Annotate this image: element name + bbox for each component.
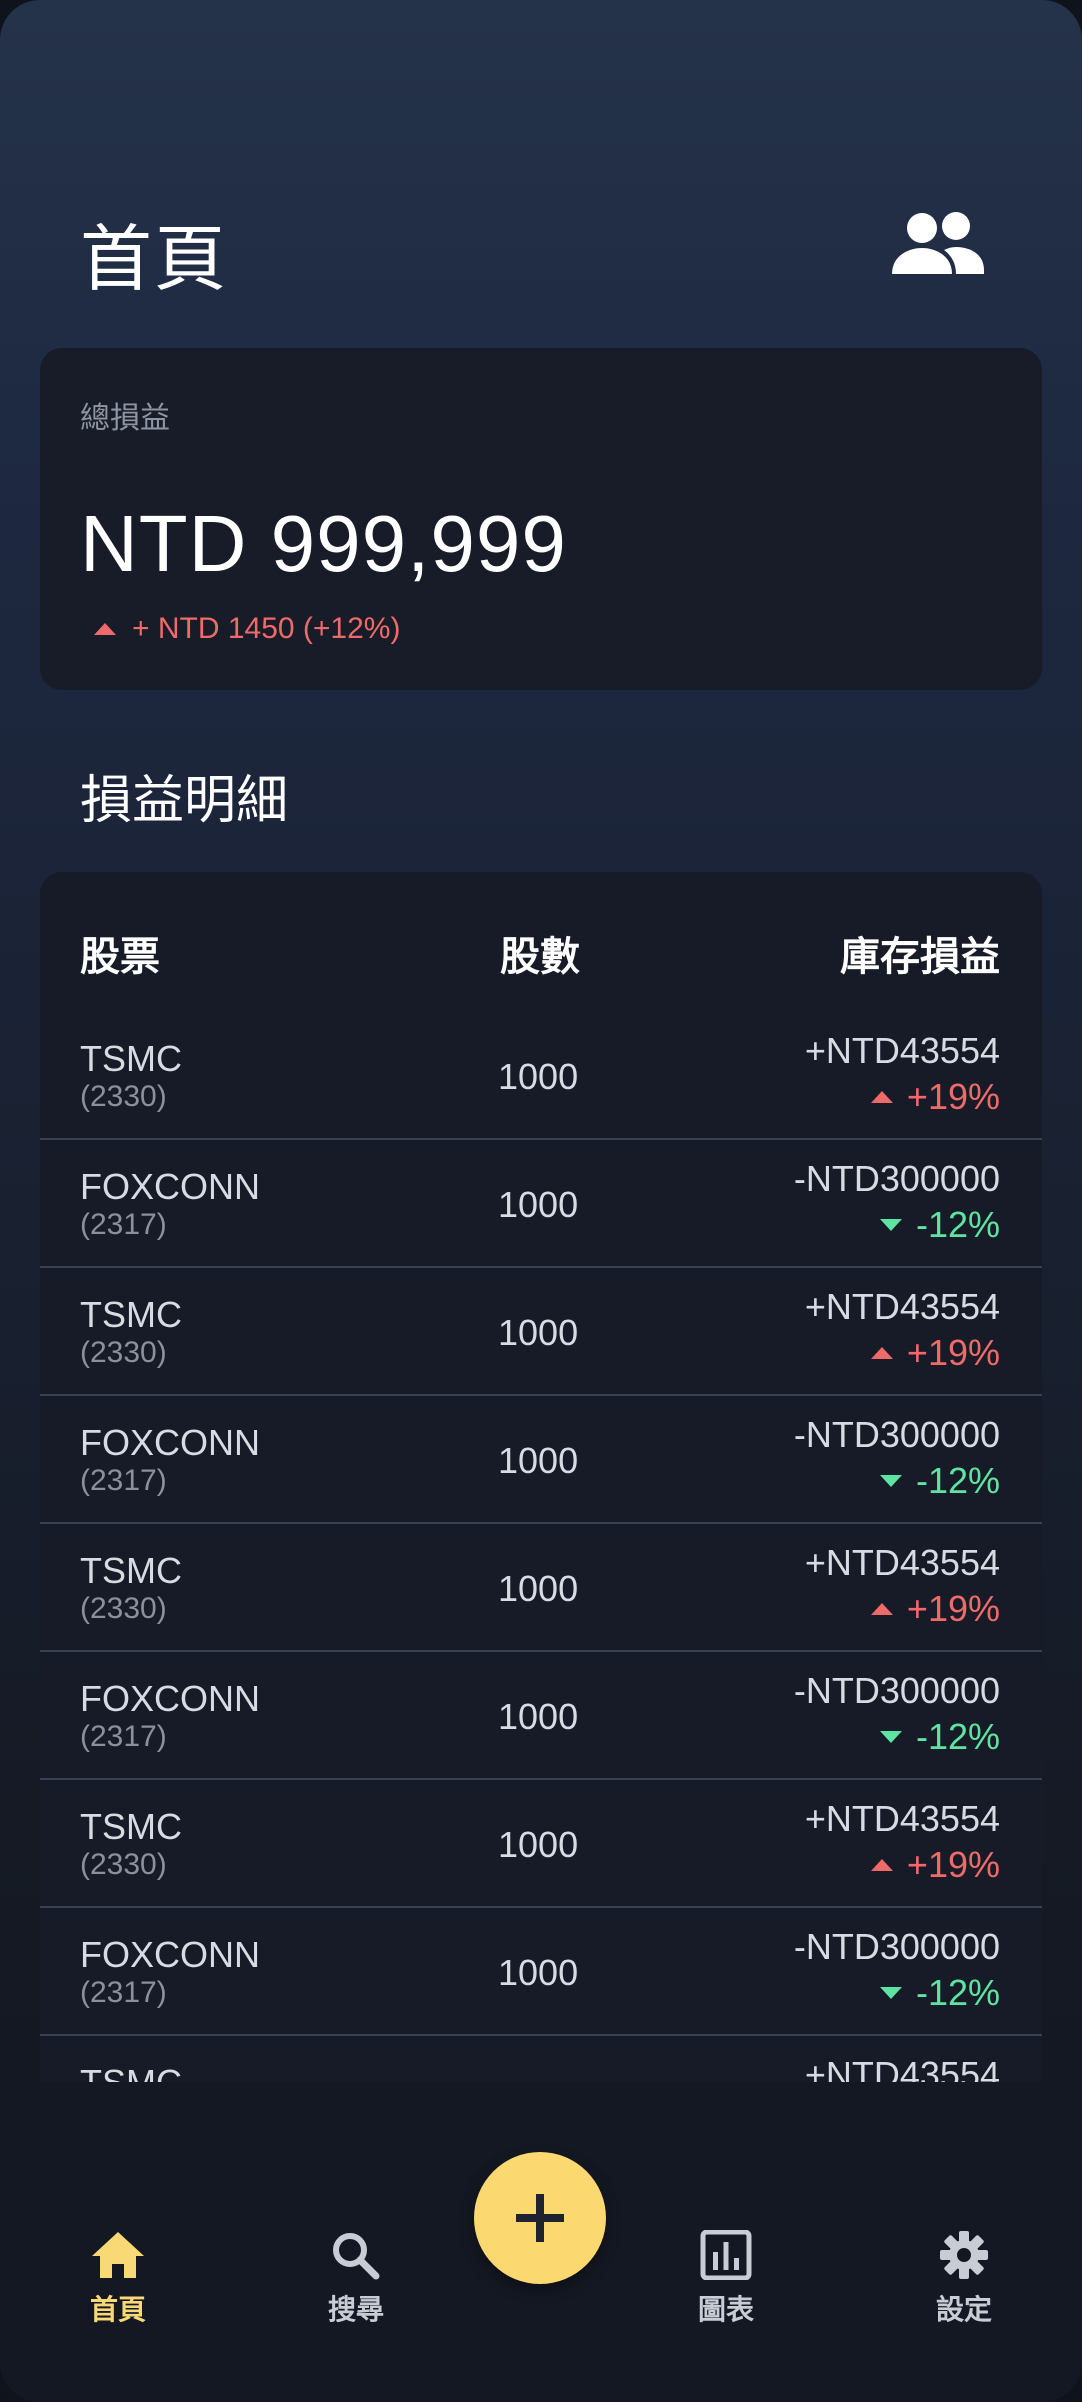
stock-name: TSMC	[80, 1294, 182, 1335]
stock-code: (2317)	[80, 1208, 167, 1241]
arrow-down-icon	[879, 1219, 902, 1231]
column-header-shares: 股數	[500, 935, 580, 979]
table-row[interactable]: FOXCONN (2317) 1000 -NTD300000 -12%	[40, 1140, 1042, 1268]
stock-name: FOXCONN	[80, 1678, 260, 1719]
section-title: 損益明細	[80, 772, 289, 830]
table-body: TSMC (2330) 1000 +NTD43554 +19% FOXCONN (2317)…	[40, 1012, 1042, 2082]
arrow-down-icon	[879, 1475, 902, 1487]
total-pl-card: 總損益 NTD 999,999 + NTD 1450 (+12%)	[40, 348, 1042, 690]
pl-percent-text: -12%	[915, 1204, 1000, 1245]
stock-name: TSMC	[80, 1806, 182, 1847]
plus-icon	[516, 2194, 564, 2242]
share-count: 1000	[498, 1696, 579, 1737]
arrow-up-icon	[870, 1091, 893, 1103]
gear-icon	[940, 2231, 988, 2279]
pl-percent-text: +19%	[906, 1588, 1000, 1629]
nav-item-charts[interactable]: 圖表	[666, 2230, 786, 2328]
nav-item-label: 圖表	[697, 2294, 754, 2325]
pl-amount: -NTD300000	[793, 1414, 1000, 1455]
pl-percent-text: -12%	[915, 1460, 1000, 1501]
share-count: 1000	[498, 1952, 579, 1993]
search-icon	[333, 2233, 380, 2280]
table-row[interactable]: TSMC(2330) 1000 +NTD43554 +19%	[40, 1268, 1042, 1396]
nav-item-settings[interactable]: 設定	[904, 2230, 1024, 2328]
total-pl-label: 總損益	[80, 402, 170, 435]
share-count: 1000	[498, 1056, 579, 1097]
page-title: 首頁	[80, 220, 229, 300]
stock-name: TSMC	[80, 1038, 182, 1079]
nav-item-home[interactable]: 首頁	[58, 2230, 178, 2328]
pl-table: 股票 股數 庫存損益 TSMC (2330) 1000 +NTD43554 +19% FO…	[40, 872, 1042, 2082]
pl-amount: +NTD43554	[804, 1286, 1000, 1327]
table-header: 股票 股數 庫存損益	[40, 872, 1042, 1012]
nav-item-label: 首頁	[89, 2294, 146, 2325]
pl-percent-text: -12%	[915, 1716, 1000, 1757]
nav-item-search[interactable]: 搜尋	[296, 2230, 416, 2328]
total-pl-change-text: + NTD 1450 (+12%)	[132, 612, 401, 645]
app-screen: 首頁 總損益 NTD 999,999 + NTD 1450 (+12%) 損益明…	[0, 0, 1082, 2402]
stock-code: (2330)	[80, 1080, 167, 1113]
stock-name: TSMC	[80, 2062, 182, 2082]
table-row[interactable]: FOXCONN (2317) 1000 -NTD300000 -12%	[40, 1908, 1042, 2036]
home-icon	[92, 2232, 144, 2278]
arrow-down-icon	[879, 1987, 902, 1999]
share-count: 1000	[498, 1824, 579, 1865]
pl-percent: +19%	[870, 1588, 1000, 1630]
pl-amount: -NTD300000	[793, 1670, 1000, 1711]
arrow-up-icon	[870, 1859, 893, 1871]
stock-name: FOXCONN	[80, 1422, 260, 1463]
pl-percent-text: +19%	[906, 1076, 1000, 1117]
table-row[interactable]: TSMC(2330)1000+NTD43554+19%	[40, 2036, 1042, 2082]
pl-percent: +19%	[870, 1076, 1000, 1118]
stock-code: (2330)	[80, 1592, 167, 1625]
column-header-pl: 庫存損益	[840, 935, 1000, 979]
stock-code: (2317)	[80, 1464, 167, 1497]
share-count: 1000	[498, 2080, 578, 2082]
pl-percent-text: +19%	[906, 1844, 1000, 1885]
people-icon[interactable]	[888, 204, 988, 284]
stock-code: (2317)	[80, 1720, 167, 1753]
stock-name: TSMC	[80, 1550, 182, 1591]
stock-code: (2330)	[80, 1336, 167, 1369]
pl-amount: -NTD300000	[793, 1926, 1000, 1967]
stock-name: FOXCONN	[80, 1934, 260, 1975]
total-pl-change: + NTD 1450 (+12%)	[80, 612, 400, 646]
pl-percent-text: +19%	[906, 1332, 1000, 1373]
table-row[interactable]: TSMC(2330) 1000 +NTD43554 +19%	[40, 1012, 1042, 1140]
arrow-up-icon	[870, 1603, 893, 1615]
share-count: 1000	[498, 1568, 579, 1609]
arrow-up-icon	[870, 1347, 893, 1359]
table-row[interactable]: FOXCONN (2317) 1000 -NTD300000 -12%	[40, 1396, 1042, 1524]
share-count: 1000	[498, 1184, 579, 1225]
pl-amount: +NTD43554	[804, 2054, 1000, 2082]
pl-percent: +19%	[870, 1844, 1000, 1886]
table-row[interactable]: TSMC(2330) 1000 +NTD43554 +19%	[40, 1524, 1042, 1652]
bar-chart-icon	[700, 2230, 752, 2280]
pl-amount: +NTD43554	[804, 1798, 1000, 1839]
pl-percent-text: -12%	[915, 1972, 1000, 2013]
pl-percent: -12%	[879, 1204, 1000, 1246]
nav-item-label: 搜尋	[327, 2294, 384, 2325]
total-pl-value: NTD 999,999	[80, 499, 567, 588]
share-count: 1000	[498, 1312, 579, 1353]
share-count: 1000	[498, 1440, 579, 1481]
pl-amount: +NTD43554	[804, 1030, 1000, 1071]
add-button[interactable]	[474, 2152, 606, 2284]
table-row[interactable]: FOXCONN (2317) 1000 -NTD300000 -12%	[40, 1652, 1042, 1780]
stock-name: FOXCONN	[80, 1166, 260, 1207]
table-row[interactable]: TSMC(2330) 1000 +NTD43554 +19%	[40, 1780, 1042, 1908]
nav-item-label: 設定	[935, 2294, 992, 2325]
pl-percent: -12%	[879, 1972, 1000, 2014]
pl-percent: -12%	[879, 1716, 1000, 1758]
stock-code: (2330)	[80, 1848, 167, 1881]
stock-code: (2317)	[80, 1976, 167, 2009]
arrow-up-icon	[94, 623, 116, 635]
pl-percent: -12%	[879, 1460, 1000, 1502]
column-header-stock: 股票	[80, 935, 160, 979]
pl-amount: -NTD300000	[793, 1158, 1000, 1199]
arrow-down-icon	[879, 1731, 902, 1743]
pl-amount: +NTD43554	[804, 1542, 1000, 1583]
pl-percent: +19%	[870, 1332, 1000, 1374]
